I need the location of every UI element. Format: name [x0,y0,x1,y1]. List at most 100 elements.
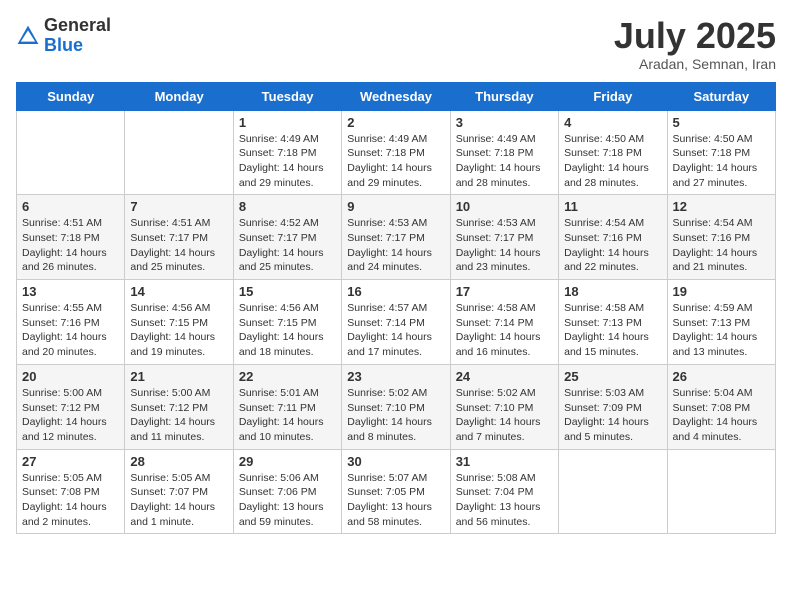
logo-icon [16,24,40,48]
table-row [559,449,667,534]
day-detail: Sunrise: 5:05 AM Sunset: 7:07 PM Dayligh… [130,471,227,530]
table-row: 14Sunrise: 4:56 AM Sunset: 7:15 PM Dayli… [125,280,233,365]
day-detail: Sunrise: 4:53 AM Sunset: 7:17 PM Dayligh… [456,216,553,275]
table-row: 3 Sunrise: 4:49 AM Sunset: 7:18 PM Daylig… [450,110,558,195]
day-number: 4 [564,115,661,130]
day-number: 17 [456,284,553,299]
day-detail: Sunrise: 4:49 AM Sunset: 7:18 PM Dayligh… [239,132,336,191]
day-number: 1 [239,115,336,130]
day-number: 23 [347,369,444,384]
day-detail: Sunrise: 5:06 AM Sunset: 7:06 PM Dayligh… [239,471,336,530]
day-number: 8 [239,199,336,214]
day-detail: Sunrise: 5:04 AM Sunset: 7:08 PM Dayligh… [673,386,770,445]
day-number: 13 [22,284,119,299]
col-thursday: Thursday [450,82,558,110]
table-row: 19Sunrise: 4:59 AM Sunset: 7:13 PM Dayli… [667,280,775,365]
table-row: 1 Sunrise: 4:49 AM Sunset: 7:18 PM Daylig… [233,110,341,195]
table-row [17,110,125,195]
col-saturday: Saturday [667,82,775,110]
day-detail: Sunrise: 4:49 AM Sunset: 7:18 PM Dayligh… [347,132,444,191]
calendar-week-5: 27 Sunrise: 5:05 AM Sunset: 7:08 PM Dayli… [17,449,776,534]
header-row: Sunday Monday Tuesday Wednesday Thursday… [17,82,776,110]
day-detail: Sunrise: 4:51 AM Sunset: 7:17 PM Dayligh… [130,216,227,275]
calendar-table: Sunday Monday Tuesday Wednesday Thursday… [16,82,776,535]
table-row: 30Sunrise: 5:07 AM Sunset: 7:05 PM Dayli… [342,449,450,534]
table-row: 22Sunrise: 5:01 AM Sunset: 7:11 PM Dayli… [233,364,341,449]
table-row: 13Sunrise: 4:55 AM Sunset: 7:16 PM Dayli… [17,280,125,365]
table-row [125,110,233,195]
day-number: 26 [673,369,770,384]
location-subtitle: Aradan, Semnan, Iran [614,56,776,72]
day-detail: Sunrise: 5:05 AM Sunset: 7:08 PM Dayligh… [22,471,119,530]
day-detail: Sunrise: 4:56 AM Sunset: 7:15 PM Dayligh… [239,301,336,360]
day-detail: Sunrise: 5:08 AM Sunset: 7:04 PM Dayligh… [456,471,553,530]
day-number: 22 [239,369,336,384]
table-row: 9Sunrise: 4:53 AM Sunset: 7:17 PM Daylig… [342,195,450,280]
col-sunday: Sunday [17,82,125,110]
table-row: 27 Sunrise: 5:05 AM Sunset: 7:08 PM Dayli… [17,449,125,534]
day-detail: Sunrise: 4:49 AM Sunset: 7:18 PM Dayligh… [456,132,553,191]
day-number: 2 [347,115,444,130]
table-row: 25Sunrise: 5:03 AM Sunset: 7:09 PM Dayli… [559,364,667,449]
table-row: 15 Sunrise: 4:56 AM Sunset: 7:15 PM Dayli… [233,280,341,365]
logo: General Blue [16,16,111,56]
day-detail: Sunrise: 5:07 AM Sunset: 7:05 PM Dayligh… [347,471,444,530]
day-detail: Sunrise: 4:58 AM Sunset: 7:14 PM Dayligh… [456,301,553,360]
calendar-week-1: 1 Sunrise: 4:49 AM Sunset: 7:18 PM Daylig… [17,110,776,195]
title-block: July 2025 Aradan, Semnan, Iran [614,16,776,72]
table-row: 4 Sunrise: 4:50 AM Sunset: 7:18 PM Daylig… [559,110,667,195]
day-number: 10 [456,199,553,214]
day-detail: Sunrise: 5:00 AM Sunset: 7:12 PM Dayligh… [130,386,227,445]
day-number: 27 [22,454,119,469]
day-detail: Sunrise: 4:54 AM Sunset: 7:16 PM Dayligh… [673,216,770,275]
calendar-header: Sunday Monday Tuesday Wednesday Thursday… [17,82,776,110]
day-number: 28 [130,454,227,469]
day-number: 24 [456,369,553,384]
table-row: 6Sunrise: 4:51 AM Sunset: 7:18 PM Daylig… [17,195,125,280]
day-detail: Sunrise: 4:59 AM Sunset: 7:13 PM Dayligh… [673,301,770,360]
day-detail: Sunrise: 5:02 AM Sunset: 7:10 PM Dayligh… [456,386,553,445]
table-row: 24 Sunrise: 5:02 AM Sunset: 7:10 PM Dayli… [450,364,558,449]
table-row: 2 Sunrise: 4:49 AM Sunset: 7:18 PM Daylig… [342,110,450,195]
table-row: 5Sunrise: 4:50 AM Sunset: 7:18 PM Daylig… [667,110,775,195]
col-wednesday: Wednesday [342,82,450,110]
table-row [667,449,775,534]
day-number: 15 [239,284,336,299]
day-detail: Sunrise: 4:50 AM Sunset: 7:18 PM Dayligh… [564,132,661,191]
table-row: 12 Sunrise: 4:54 AM Sunset: 7:16 PM Dayli… [667,195,775,280]
day-detail: Sunrise: 4:53 AM Sunset: 7:17 PM Dayligh… [347,216,444,275]
day-detail: Sunrise: 5:00 AM Sunset: 7:12 PM Dayligh… [22,386,119,445]
table-row: 26 Sunrise: 5:04 AM Sunset: 7:08 PM Dayli… [667,364,775,449]
table-row: 11Sunrise: 4:54 AM Sunset: 7:16 PM Dayli… [559,195,667,280]
table-row: 10 Sunrise: 4:53 AM Sunset: 7:17 PM Dayli… [450,195,558,280]
day-number: 11 [564,199,661,214]
table-row: 28 Sunrise: 5:05 AM Sunset: 7:07 PM Dayli… [125,449,233,534]
logo-blue: Blue [44,35,83,55]
col-tuesday: Tuesday [233,82,341,110]
table-row: 20 Sunrise: 5:00 AM Sunset: 7:12 PM Dayli… [17,364,125,449]
table-row: 23Sunrise: 5:02 AM Sunset: 7:10 PM Dayli… [342,364,450,449]
day-detail: Sunrise: 4:57 AM Sunset: 7:14 PM Dayligh… [347,301,444,360]
day-number: 3 [456,115,553,130]
logo-general: General [44,15,111,35]
day-number: 16 [347,284,444,299]
logo-text: General Blue [44,16,111,56]
calendar-week-4: 20 Sunrise: 5:00 AM Sunset: 7:12 PM Dayli… [17,364,776,449]
day-number: 14 [130,284,227,299]
day-detail: Sunrise: 4:50 AM Sunset: 7:18 PM Dayligh… [673,132,770,191]
table-row: 21Sunrise: 5:00 AM Sunset: 7:12 PM Dayli… [125,364,233,449]
day-number: 12 [673,199,770,214]
calendar-body: 1 Sunrise: 4:49 AM Sunset: 7:18 PM Daylig… [17,110,776,534]
day-number: 25 [564,369,661,384]
day-number: 31 [456,454,553,469]
calendar-week-2: 6Sunrise: 4:51 AM Sunset: 7:18 PM Daylig… [17,195,776,280]
day-detail: Sunrise: 4:58 AM Sunset: 7:13 PM Dayligh… [564,301,661,360]
table-row: 8Sunrise: 4:52 AM Sunset: 7:17 PM Daylig… [233,195,341,280]
table-row: 31 Sunrise: 5:08 AM Sunset: 7:04 PM Dayli… [450,449,558,534]
col-friday: Friday [559,82,667,110]
day-detail: Sunrise: 4:51 AM Sunset: 7:18 PM Dayligh… [22,216,119,275]
day-number: 20 [22,369,119,384]
day-number: 18 [564,284,661,299]
table-row: 18 Sunrise: 4:58 AM Sunset: 7:13 PM Dayli… [559,280,667,365]
calendar-week-3: 13Sunrise: 4:55 AM Sunset: 7:16 PM Dayli… [17,280,776,365]
